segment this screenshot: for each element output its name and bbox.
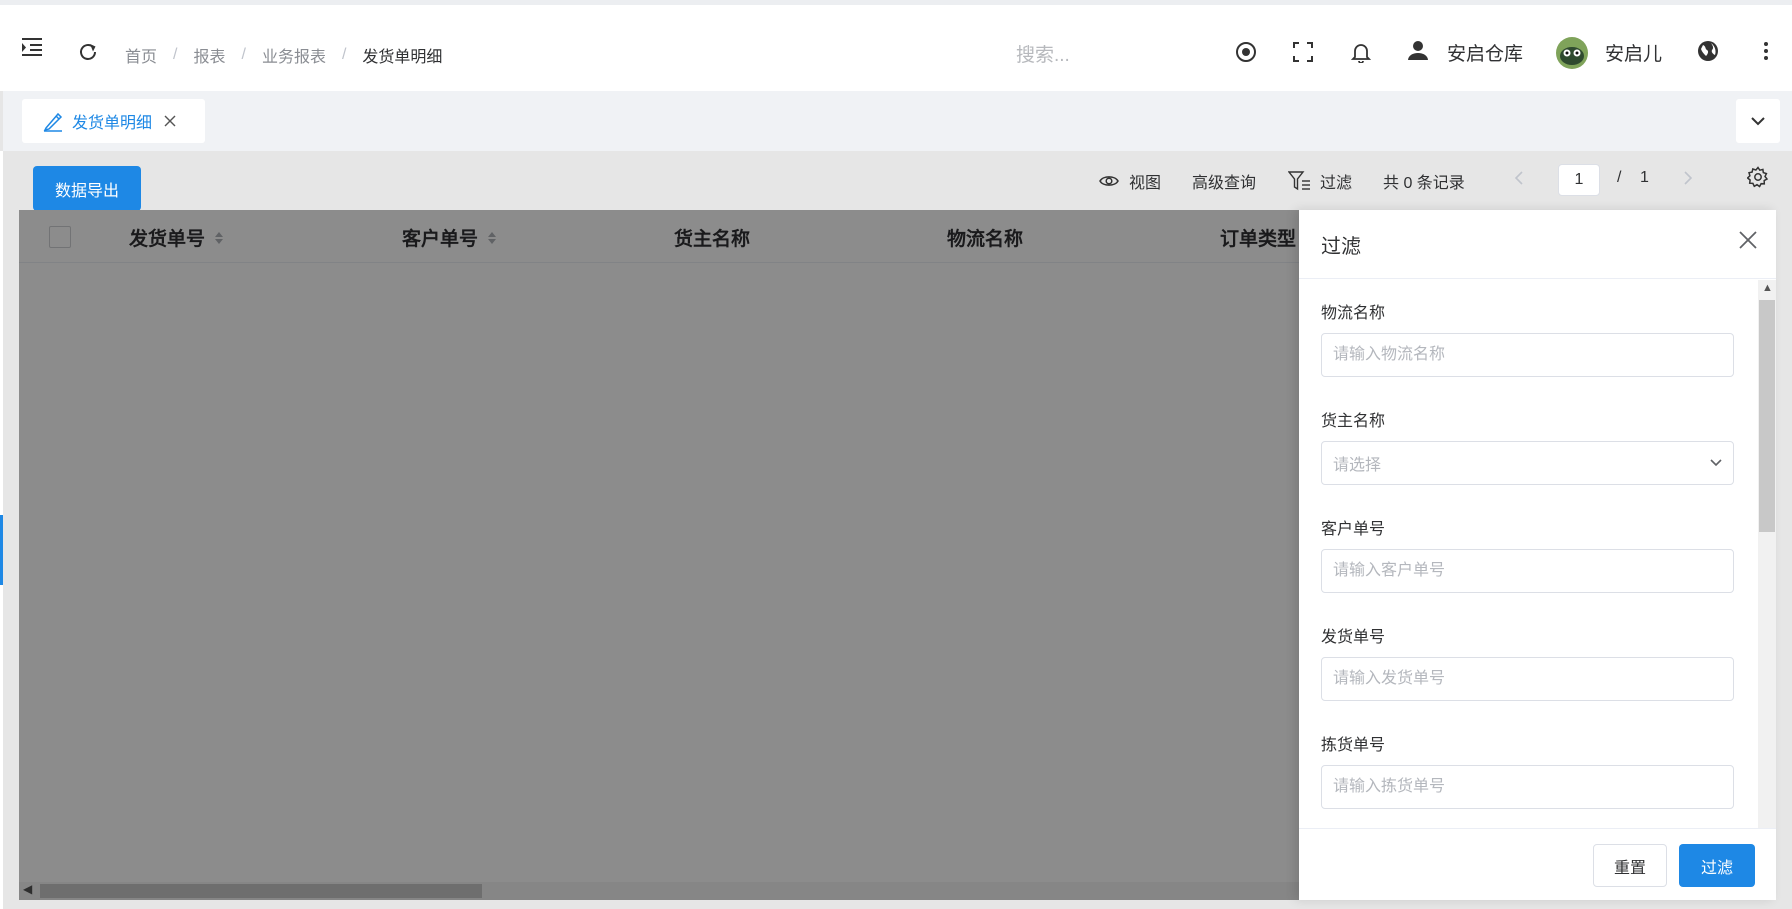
breadcrumb-separator: / [173,46,178,63]
warehouse-name[interactable]: 安启仓库 [1447,39,1523,66]
filter-funnel-icon [1288,171,1312,191]
refresh-icon[interactable] [76,40,100,64]
tabs-dropdown-button[interactable] [1736,99,1780,143]
global-search-input[interactable]: 搜索... [1016,40,1070,67]
total-pages: 1 [1640,169,1649,186]
filter-toggle-button[interactable]: 过滤 [1288,169,1352,193]
scroll-up-icon[interactable]: ▲ [1762,282,1773,294]
view-label: 视图 [1129,175,1162,192]
fullscreen-icon[interactable] [1291,40,1315,64]
person-icon [1406,38,1430,62]
modal-overlay[interactable] [19,210,1299,900]
page-number-input[interactable]: 1 [1558,164,1600,196]
owner-name-select[interactable]: 请选择 [1321,441,1734,485]
menu-collapse-icon[interactable] [20,35,44,59]
view-button[interactable]: 视图 [1099,169,1161,193]
breadcrumb: 首页 / 报表 / 业务报表 / 发货单明细 [125,43,442,67]
drawer-footer-divider [1299,828,1776,829]
chevron-down-icon [1751,116,1765,126]
avatar[interactable] [1556,37,1588,69]
top-header: 首页 / 报表 / 业务报表 / 发货单明细 搜索... 安启仓库 安启儿 [0,0,1792,91]
tab-close-icon[interactable] [164,115,176,127]
breadcrumb-home[interactable]: 首页 [125,43,157,67]
globe-icon[interactable] [1696,39,1720,63]
picking-no-label: 拣货单号 [1321,737,1386,754]
app-page: 首页 / 报表 / 业务报表 / 发货单明细 搜索... 安启仓库 安启儿 发货… [0,0,1792,909]
select-placeholder: 请选择 [1333,457,1382,474]
gear-icon[interactable] [1747,166,1769,188]
tab-label: 发货单明细 [72,115,153,132]
shipment-no-label: 发货单号 [1321,629,1386,646]
filter-toggle-label: 过滤 [1320,175,1353,192]
owner-name-label: 货主名称 [1321,413,1386,430]
advanced-query-button[interactable]: 高级查询 [1192,169,1256,193]
customer-no-input[interactable] [1321,549,1734,593]
chevron-down-icon [1710,459,1722,467]
vertical-scrollbar-thumb[interactable] [1759,300,1775,532]
breadcrumb-reports[interactable]: 报表 [193,43,225,67]
breadcrumb-separator: / [241,46,246,63]
tab-bar: 发货单明细 [0,91,1792,151]
filter-drawer: 过滤 物流名称 货主名称 请选择 客户单号 发货单号 拣货单号 ▲ 重置 过滤 [1299,210,1776,900]
customer-no-label: 客户单号 [1321,521,1386,538]
breadcrumb-business-reports[interactable]: 业务报表 [262,43,326,67]
shipment-no-input[interactable] [1321,657,1734,701]
more-vertical-icon[interactable] [1754,39,1778,63]
drawer-title: 过滤 [1321,236,1361,258]
record-count: 共 0 条记录 [1383,175,1465,192]
logistics-name-input[interactable] [1321,333,1734,377]
next-page-icon[interactable] [1684,171,1692,185]
breadcrumb-current: 发货单明细 [362,49,443,66]
eye-icon [1099,174,1119,188]
sidebar-accent [0,515,3,585]
close-icon[interactable] [1736,228,1760,252]
tab-shipping-detail[interactable]: 发货单明细 [22,99,205,143]
bell-icon[interactable] [1349,40,1373,64]
record-icon[interactable] [1234,40,1258,64]
reset-button[interactable]: 重置 [1593,844,1667,887]
page-separator: / [1617,169,1622,186]
drawer-divider [1299,278,1776,279]
breadcrumb-separator: / [341,46,347,63]
prev-page-icon[interactable] [1515,171,1523,185]
apply-filter-button[interactable]: 过滤 [1679,844,1755,887]
export-button[interactable]: 数据导出 [33,166,141,211]
user-name[interactable]: 安启儿 [1605,39,1662,66]
picking-no-input[interactable] [1321,765,1734,809]
pen-edit-icon [42,110,64,132]
logistics-name-label: 物流名称 [1321,305,1386,322]
